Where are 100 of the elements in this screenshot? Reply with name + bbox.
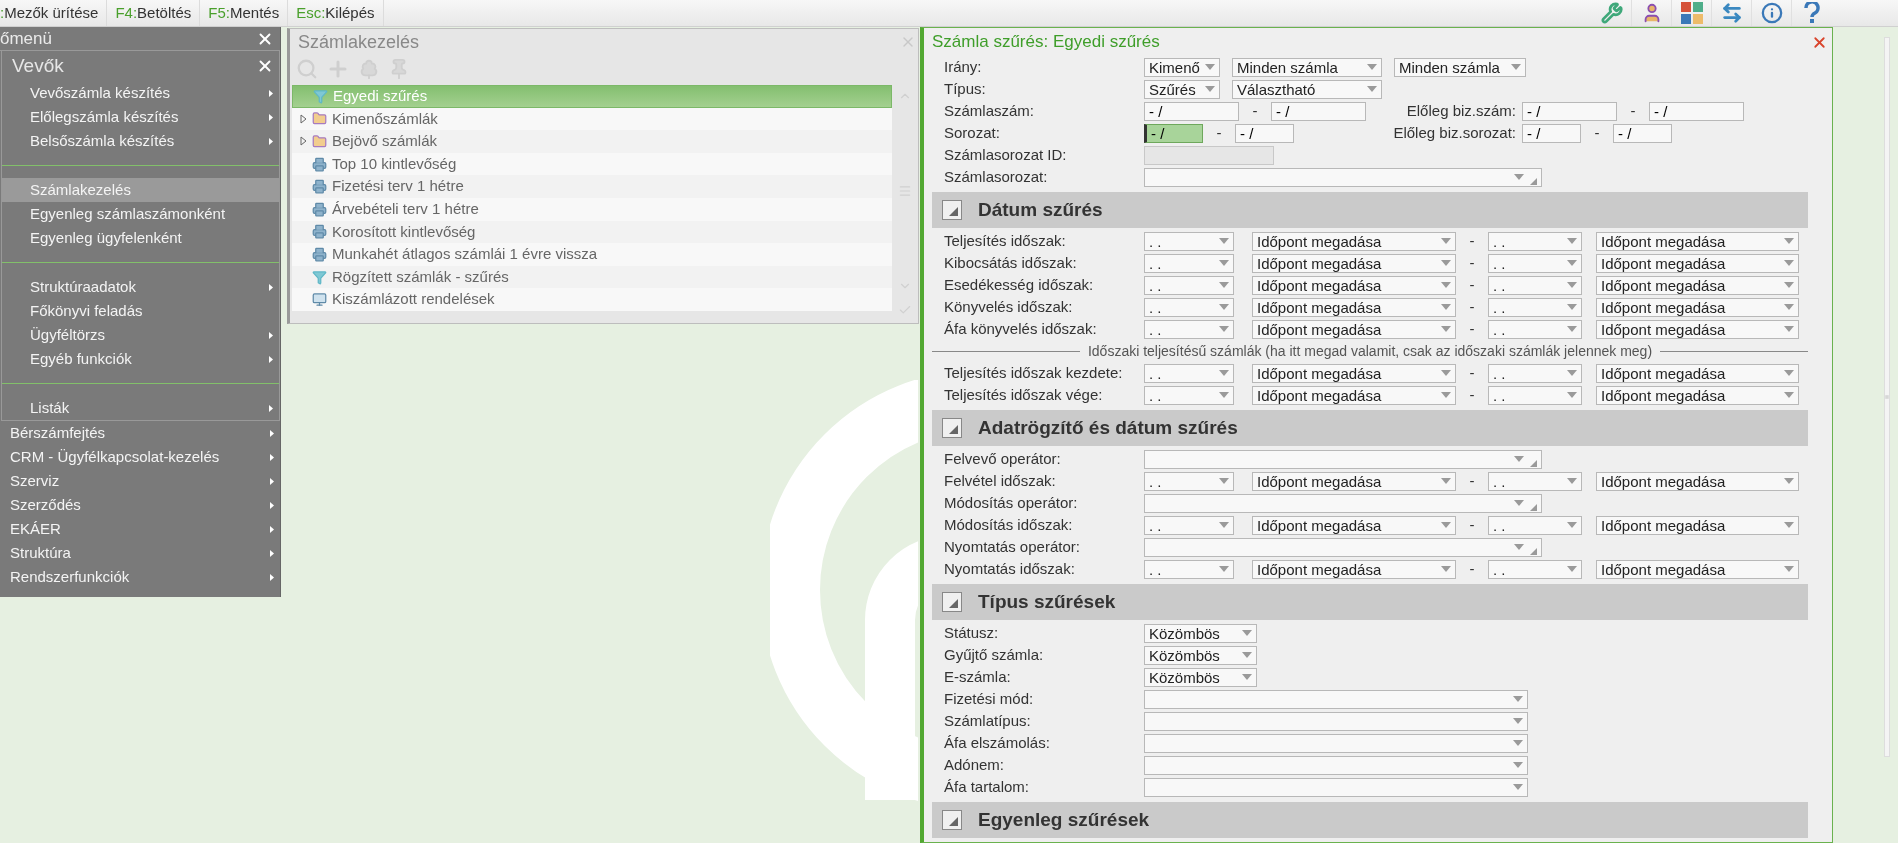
input-field[interactable]: - / — [1522, 123, 1581, 143]
tree-item[interactable]: Árvebételi terv 1 hétre — [292, 197, 892, 221]
dropdown[interactable]: . . — [1144, 253, 1234, 273]
menu-item[interactable]: Struktúra — [0, 541, 280, 565]
collapse-toggle-button[interactable] — [942, 200, 962, 220]
collapse-toggle-button[interactable] — [942, 810, 962, 830]
dropdown[interactable]: . . — [1144, 297, 1234, 317]
menu-item[interactable]: Előlegszámla készítés — [2, 105, 279, 129]
dropdown[interactable] — [1144, 733, 1528, 753]
tree-icon[interactable] — [358, 58, 380, 80]
dropdown[interactable]: Időpont megadása — [1596, 231, 1799, 251]
input-field[interactable]: - / — [1649, 101, 1744, 121]
menu-item[interactable]: Ügyféltörzs — [2, 323, 279, 347]
dropdown[interactable]: . . — [1488, 385, 1582, 405]
menu-item[interactable]: Bérszámfejtés — [0, 421, 280, 445]
dropdown[interactable]: Szűrés — [1144, 79, 1220, 99]
dropdown[interactable]: Időpont megadása — [1596, 275, 1799, 295]
dropdown[interactable]: Minden számla — [1394, 57, 1526, 77]
dropdown[interactable]: Időpont megadása — [1596, 253, 1799, 273]
dropdown[interactable]: Időpont megadása — [1252, 559, 1456, 579]
dropdown[interactable]: Közömbös — [1144, 645, 1257, 665]
dropdown[interactable]: . . — [1144, 275, 1234, 295]
dropdown[interactable]: Választható — [1232, 79, 1382, 99]
dropdown[interactable] — [1144, 537, 1542, 557]
tree-item[interactable]: Korosított kintlevőség — [292, 220, 892, 244]
dropdown[interactable]: Közömbös — [1144, 623, 1257, 643]
dropdown[interactable]: Időpont megadása — [1252, 385, 1456, 405]
dropdown[interactable]: . . — [1488, 231, 1582, 251]
dropdown[interactable]: . . — [1144, 363, 1234, 383]
dropdown[interactable]: Időpont megadása — [1252, 363, 1456, 383]
dropdown[interactable]: . . — [1488, 275, 1582, 295]
dropdown[interactable]: . . — [1488, 297, 1582, 317]
dropdown[interactable]: Időpont megadása — [1596, 363, 1799, 383]
dropdown[interactable]: Időpont megadása — [1596, 559, 1799, 579]
tree-item[interactable]: Fizetési terv 1 hétre — [292, 175, 892, 198]
dropdown[interactable]: . . — [1488, 515, 1582, 535]
menu-item[interactable]: Listák — [2, 396, 279, 420]
dropdown[interactable]: . . — [1488, 559, 1582, 579]
input-field[interactable]: - / — [1271, 101, 1366, 121]
menu-item[interactable]: Rendszerfunkciók — [0, 565, 280, 589]
expand-triangle-icon[interactable] — [300, 136, 307, 147]
dropdown[interactable]: . . — [1488, 319, 1582, 339]
menu-item[interactable]: Vevőszámla készítés — [2, 81, 279, 105]
dropdown[interactable] — [1144, 755, 1528, 775]
input-field[interactable]: - / — [1144, 123, 1203, 143]
menu-item[interactable]: EKÁER — [0, 517, 280, 541]
dropdown[interactable]: Időpont megadása — [1252, 275, 1456, 295]
expand-triangle-icon[interactable] — [300, 113, 307, 124]
dropdown[interactable]: Időpont megadása — [1252, 231, 1456, 251]
dropdown[interactable]: Időpont megadása — [1252, 319, 1456, 339]
menu-item[interactable]: Egyéb funkciók — [2, 347, 279, 371]
menu-item[interactable]: Egyenleg számlaszámonként — [2, 202, 279, 226]
menu-item[interactable]: Egyenleg ügyfelenként — [2, 226, 279, 250]
tree-item[interactable]: Kimenőszámlák — [292, 107, 892, 131]
tree-item[interactable]: Bejövő számlák — [292, 130, 892, 153]
dropdown[interactable] — [1144, 167, 1542, 187]
shortcut-button[interactable]: F5:Mentés — [200, 0, 289, 26]
dropdown[interactable]: . . — [1488, 363, 1582, 383]
collapse-toggle-button[interactable] — [942, 592, 962, 612]
shortcut-button[interactable]: F4:Betöltés — [107, 0, 201, 26]
input-field[interactable]: - / — [1613, 123, 1672, 143]
tree-item[interactable]: Kiszámlázott rendelések — [292, 288, 892, 311]
dropdown[interactable] — [1144, 711, 1528, 731]
shortcut-button[interactable]: Esc:Kilépés — [288, 0, 384, 26]
dropdown[interactable]: Időpont megadása — [1596, 319, 1799, 339]
dropdown[interactable]: Időpont megadása — [1252, 253, 1456, 273]
dropdown[interactable]: Közömbös — [1144, 667, 1257, 687]
menu-item[interactable]: CRM - Ügyfélkapcsolat-kezelés — [0, 445, 280, 469]
dropdown[interactable] — [1144, 777, 1528, 797]
dropdown[interactable]: . . — [1144, 231, 1234, 251]
dropdown[interactable] — [1144, 689, 1528, 709]
dropdown[interactable]: Időpont megadása — [1596, 385, 1799, 405]
dropdown[interactable]: . . — [1488, 471, 1582, 491]
menu-item[interactable]: Szerviz — [0, 469, 280, 493]
tree-item[interactable]: Rögzített számlák - szűrés — [292, 265, 892, 289]
dropdown[interactable]: Időpont megadása — [1596, 297, 1799, 317]
dropdown[interactable] — [1144, 493, 1542, 513]
dropdown[interactable]: Időpont megadása — [1252, 471, 1456, 491]
scrollbar-track[interactable] — [1884, 37, 1890, 757]
input-field[interactable]: - / — [1235, 123, 1294, 143]
dropdown[interactable] — [1144, 449, 1542, 469]
input-field[interactable]: - / — [1144, 101, 1239, 121]
dropdown[interactable]: Minden számla — [1232, 57, 1382, 77]
dropdown[interactable]: . . — [1144, 385, 1234, 405]
dropdown[interactable]: . . — [1488, 253, 1582, 273]
menu-item[interactable]: Szerződés — [0, 493, 280, 517]
input-field[interactable]: - / — [1522, 101, 1617, 121]
collapse-toggle-button[interactable] — [942, 418, 962, 438]
menu-item[interactable]: Struktúraadatok — [2, 275, 279, 299]
menu-item[interactable]: Főkönyvi feladás — [2, 299, 279, 323]
dropdown[interactable]: . . — [1144, 559, 1234, 579]
dropdown[interactable]: Időpont megadása — [1252, 297, 1456, 317]
tree-item[interactable]: Munkahét átlagos számlái 1 évre vissza — [292, 243, 892, 266]
dropdown[interactable]: . . — [1144, 515, 1234, 535]
dropdown[interactable]: . . — [1144, 471, 1234, 491]
tree-item[interactable]: Top 10 kintlevőség — [292, 152, 892, 176]
shortcut-button[interactable]: :Mezők ürítése — [0, 0, 108, 26]
dropdown[interactable]: Időpont megadása — [1596, 515, 1799, 535]
menu-item[interactable]: Belsőszámla készítés — [2, 129, 279, 153]
dropdown[interactable]: Kimenő — [1144, 57, 1220, 77]
